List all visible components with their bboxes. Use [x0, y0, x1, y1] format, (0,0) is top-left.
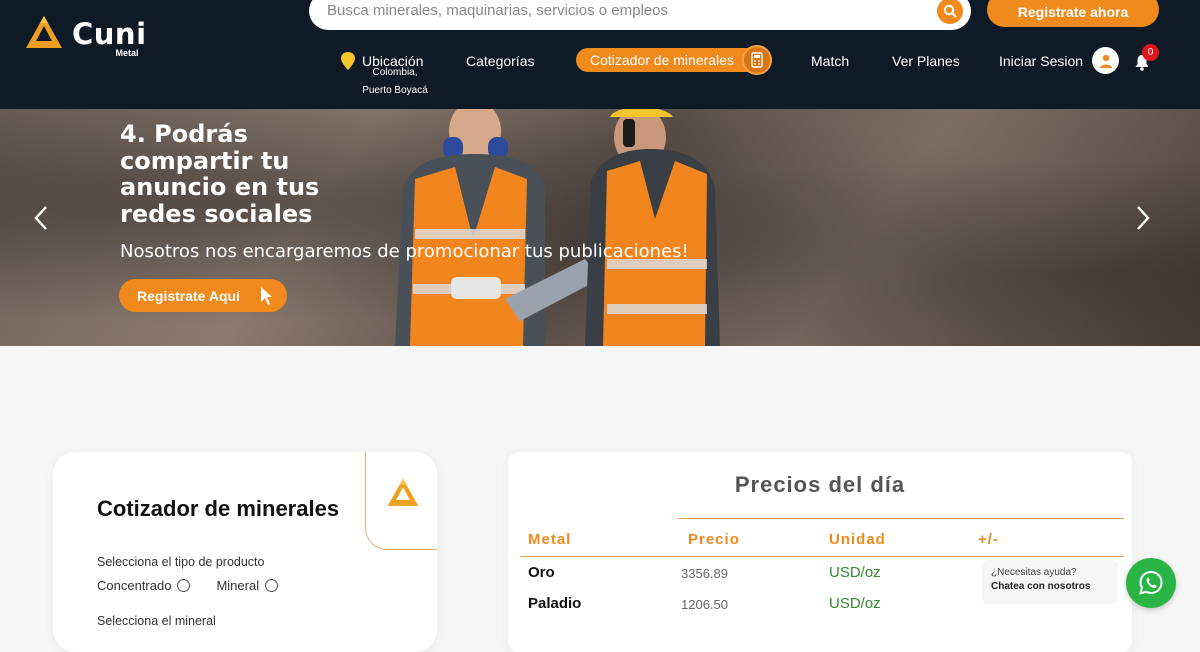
- row-price: 1206.50: [681, 597, 728, 612]
- slider-next-arrow-icon[interactable]: [1132, 204, 1152, 232]
- column-header-price: Precio: [688, 531, 740, 548]
- hero-workers-image: [395, 109, 720, 346]
- nav-plans[interactable]: Ver Planes: [892, 52, 960, 70]
- hero-register-button[interactable]: Registrate Aquí: [119, 279, 287, 312]
- calculator-icon: [742, 45, 772, 75]
- mineral-select-label: Selecciona el mineral: [97, 614, 216, 628]
- row-unit: USD/oz: [829, 595, 881, 612]
- nav-login[interactable]: Iniciar Sesion: [999, 52, 1083, 70]
- option-mineral-radio[interactable]: [265, 579, 279, 592]
- hero-register-label: Registrate Aquí: [137, 287, 240, 304]
- prices-card: Precios del día Metal Precio Unidad +/- …: [508, 452, 1132, 652]
- nav-categories[interactable]: Categorías: [466, 52, 534, 70]
- nav-cotizador-label: Cotizador de minerales: [590, 52, 734, 68]
- whatsapp-button[interactable]: [1126, 558, 1176, 608]
- row-price: 3356.89: [681, 566, 728, 581]
- register-button[interactable]: Registrate ahora: [987, 0, 1159, 27]
- brand-mark-icon: [26, 16, 62, 48]
- whatsapp-icon: [1139, 570, 1163, 595]
- option-concentrado-label: Concentrado: [97, 578, 172, 593]
- cotizador-logo-corner: [365, 452, 437, 550]
- slider-prev-arrow-icon[interactable]: [32, 204, 52, 232]
- location-pin-icon: [341, 52, 355, 70]
- cotizador-card: Cotizador de minerales Selecciona el tip…: [53, 452, 437, 652]
- search-icon: [943, 4, 957, 18]
- brand-logo[interactable]: Cuni Metal: [24, 12, 154, 58]
- option-concentrado-radio[interactable]: [177, 579, 191, 592]
- row-unit: USD/oz: [829, 564, 881, 581]
- cursor-pointer-icon: [261, 287, 272, 305]
- help-chat-bubble[interactable]: ¿Necesitas ayuda? Chatea con nosotros: [982, 560, 1118, 604]
- row-metal: Paladio: [528, 595, 582, 612]
- column-header-metal: Metal: [528, 531, 572, 548]
- user-avatar-icon[interactable]: [1092, 47, 1119, 74]
- brand-sub: Metal: [115, 47, 139, 58]
- row-metal: Oro: [528, 564, 555, 581]
- product-type-options: Concentrado Mineral: [97, 578, 304, 593]
- hero-title: 4. Podrás compartir tu anuncio en tus re…: [120, 120, 320, 228]
- search-button[interactable]: [937, 0, 963, 24]
- cotizador-title: Cotizador de minerales: [97, 496, 340, 521]
- help-question: ¿Necesitas ayuda?: [991, 567, 1077, 578]
- product-type-label: Selecciona el tipo de producto: [97, 555, 265, 569]
- top-header: Cuni Metal Registrate ahora Ubicación Co…: [0, 0, 1200, 109]
- search-bar: [309, 0, 971, 30]
- column-header-change: +/-: [978, 531, 999, 548]
- prices-title: Precios del día: [734, 472, 906, 497]
- brand-mark-icon: [387, 478, 419, 506]
- option-mineral-label: Mineral: [216, 578, 260, 593]
- table-header-divider: [678, 518, 1124, 519]
- notification-count-badge: 0: [1142, 44, 1159, 61]
- column-header-unit: Unidad: [829, 531, 886, 548]
- brand-name: Cuni: [72, 16, 147, 51]
- nav-cotizador[interactable]: Cotizador de minerales: [576, 45, 772, 75]
- hero-subtitle: Nosotros nos encargaremos de promocionar…: [120, 241, 689, 262]
- hero-slider: 4. Podrás compartir tu anuncio en tus re…: [0, 109, 1200, 346]
- help-cta: Chatea con nosotros: [991, 581, 1091, 592]
- table-header-underline: [520, 556, 1124, 557]
- location-detail: Colombia, Puerto Boyacá: [362, 67, 428, 96]
- nav-match[interactable]: Match: [811, 52, 849, 70]
- search-input[interactable]: [327, 0, 927, 22]
